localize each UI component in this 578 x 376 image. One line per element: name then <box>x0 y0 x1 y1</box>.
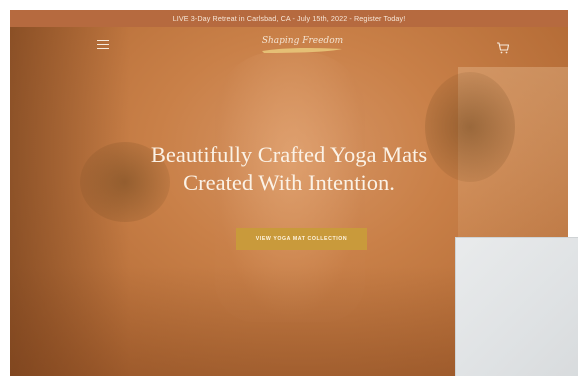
hero-headline: Beautifully Crafted Yoga Mats Created Wi… <box>89 141 489 197</box>
view-yoga-mat-collection-button[interactable]: VIEW YOGA MAT COLLECTION <box>236 228 367 250</box>
logo-text: Shaping Freedom <box>261 36 344 46</box>
page: LIVE 3-Day Retreat in Carlsbad, CA - Jul… <box>0 0 578 376</box>
announcement-text[interactable]: LIVE 3-Day Retreat in Carlsbad, CA - Jul… <box>173 14 406 23</box>
brand-logo[interactable]: Shaping Freedom <box>250 33 355 59</box>
hamburger-menu-icon[interactable] <box>97 40 109 50</box>
headline-line-1: Beautifully Crafted Yoga Mats <box>150 142 428 167</box>
announcement-bar[interactable]: LIVE 3-Day Retreat in Carlsbad, CA - Jul… <box>10 10 568 27</box>
headline-line-2: Created With Intention. <box>183 170 395 195</box>
shopping-cart-icon[interactable] <box>496 40 510 54</box>
yoga-mat-swatch-image <box>455 237 578 376</box>
